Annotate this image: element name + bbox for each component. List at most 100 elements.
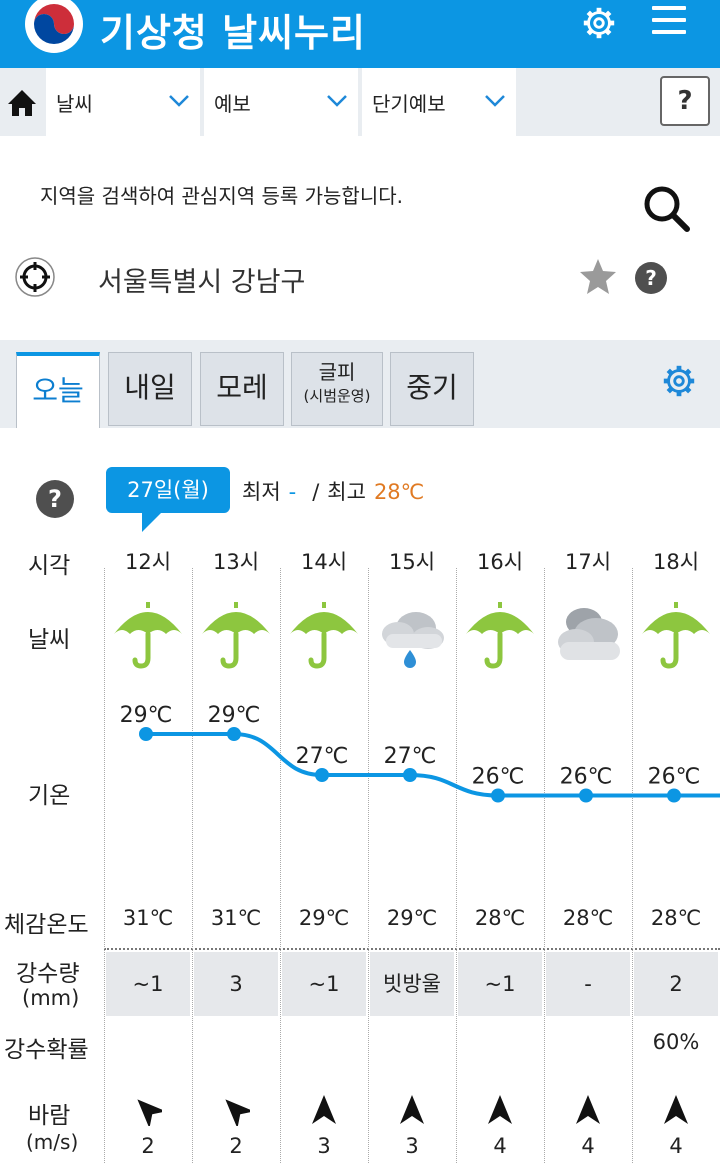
umbrella-icon xyxy=(202,602,270,669)
breadcrumb: 날씨 예보 단기예보 xyxy=(0,68,720,136)
wind-direction-arrow-icon xyxy=(312,1095,336,1124)
wind-direction-arrow-icon xyxy=(225,1099,250,1126)
tab-three-days[interactable]: 글피 (시범운영) xyxy=(291,352,383,426)
feels-like-temp: 29℃ xyxy=(386,906,438,930)
umbrella-icon xyxy=(466,602,534,669)
forecast-help-icon[interactable]: ? xyxy=(36,480,74,518)
feels-like-temp: 31℃ xyxy=(122,906,174,930)
wind-speed: 4 xyxy=(493,1134,507,1158)
breadcrumb-short-term-select[interactable]: 단기예보 xyxy=(362,68,516,136)
precip-amount: ~1 xyxy=(458,952,542,1016)
row-label-wind-unit: (m/s) xyxy=(26,1130,79,1154)
column-divider xyxy=(544,568,545,1163)
wind-speed: 2 xyxy=(229,1134,243,1158)
breadcrumb-label: 단기예보 xyxy=(372,92,446,116)
temperature-point xyxy=(579,788,593,803)
hour-label: 14시 xyxy=(300,550,348,574)
help-button[interactable]: ? xyxy=(660,76,710,126)
hour-label: 13시 xyxy=(212,550,260,574)
tab-today[interactable]: 오늘 xyxy=(16,352,100,428)
tab-tomorrow[interactable]: 내일 xyxy=(108,352,192,426)
column-divider xyxy=(192,568,193,1163)
temperature-label: 26℃ xyxy=(472,765,525,790)
hour-label: 18시 xyxy=(652,550,700,574)
government-logo[interactable] xyxy=(24,0,84,54)
tab-label: 글피 xyxy=(318,360,356,384)
umbrella-icon xyxy=(290,602,358,669)
max-label: 최고 xyxy=(327,480,366,504)
tab-label: 내일 xyxy=(124,371,176,404)
feels-like-temp: 28℃ xyxy=(562,906,614,930)
breadcrumb-label: 날씨 xyxy=(56,92,93,116)
min-max-temp: 최저 - / 최고 28℃ xyxy=(242,476,424,506)
chevron-down-icon xyxy=(169,95,189,107)
precip-amount: 빗방울 xyxy=(370,952,454,1016)
max-value: 28℃ xyxy=(373,480,425,504)
feels-like-temp: 29℃ xyxy=(298,906,350,930)
precip-probability: 60% xyxy=(652,1030,700,1054)
umbrella-icon xyxy=(642,602,710,669)
app-header: 기상청 날씨누리 xyxy=(0,0,720,68)
wind-direction-arrow-icon xyxy=(400,1095,424,1124)
min-label: 최저 xyxy=(242,480,281,504)
breadcrumb-weather-select[interactable]: 날씨 xyxy=(46,68,200,136)
breadcrumb-forecast-select[interactable]: 예보 xyxy=(204,68,358,136)
temperature-point xyxy=(227,727,241,741)
day-tabs: 오늘 내일 모레 글피 (시범운영) 중기 xyxy=(0,340,720,428)
wind-speed: 2 xyxy=(141,1134,155,1158)
chevron-down-icon xyxy=(485,95,505,107)
precip-amount: 2 xyxy=(634,952,718,1016)
home-icon[interactable] xyxy=(0,68,46,136)
tab-sublabel: (시범운영) xyxy=(303,387,371,405)
temperature-label: 29℃ xyxy=(208,703,261,728)
temperature-label: 27℃ xyxy=(384,744,437,769)
favorite-star-icon[interactable] xyxy=(578,256,618,296)
wind-direction-arrow-icon xyxy=(137,1099,162,1126)
temperature-point xyxy=(491,788,505,803)
feels-like-temp: 28℃ xyxy=(650,906,702,930)
app-title[interactable]: 기상청 날씨누리 xyxy=(100,2,366,57)
tab-mid-term[interactable]: 중기 xyxy=(390,352,474,426)
precip-amount: - xyxy=(546,952,630,1016)
hour-label: 15시 xyxy=(388,550,436,574)
chevron-down-icon xyxy=(327,95,347,107)
hour-label: 17시 xyxy=(564,550,612,574)
row-label-precip-unit: (mm) xyxy=(22,986,80,1010)
wind-speed: 4 xyxy=(581,1134,595,1158)
column-divider xyxy=(368,568,369,1163)
column-divider xyxy=(104,568,105,1163)
hour-label: 16시 xyxy=(476,550,524,574)
wind-direction-arrow-icon xyxy=(488,1095,512,1124)
column-divider xyxy=(632,568,633,1163)
date-bubble-tail xyxy=(142,512,162,532)
hamburger-menu-icon[interactable] xyxy=(652,6,686,38)
feels-like-temp: 28℃ xyxy=(474,906,526,930)
tab-label: 오늘 xyxy=(32,374,84,407)
search-hint: 지역을 검색하여 관심지역 등록 가능합니다. xyxy=(40,184,403,208)
wind-direction-arrow-icon xyxy=(664,1095,688,1124)
date-label: 27일(월) xyxy=(106,467,230,513)
wind-speed: 3 xyxy=(405,1134,419,1158)
settings-gear-icon[interactable] xyxy=(580,4,618,42)
row-label-wind: 바람 xyxy=(28,1103,71,1129)
precip-amount: 3 xyxy=(194,952,278,1016)
umbrella-icon xyxy=(114,602,182,669)
current-location-icon[interactable] xyxy=(14,256,56,298)
search-icon[interactable] xyxy=(640,182,692,234)
location-help-icon[interactable]: ? xyxy=(635,262,667,294)
tab-label: 중기 xyxy=(406,371,458,404)
temperature-label: 26℃ xyxy=(648,765,701,790)
temperature-point xyxy=(139,727,153,741)
precip-divider xyxy=(104,948,720,950)
precip-amount: ~1 xyxy=(106,952,190,1016)
wind-speed: 4 xyxy=(669,1134,683,1158)
row-label-time: 시각 xyxy=(28,553,71,579)
temperature-point xyxy=(315,768,329,782)
tab-settings-gear-icon[interactable] xyxy=(660,362,698,400)
breadcrumb-label: 예보 xyxy=(214,92,251,116)
tab-day-after[interactable]: 모레 xyxy=(200,352,284,426)
feels-like-temp: 31℃ xyxy=(210,906,262,930)
temperature-label: 27℃ xyxy=(296,744,349,769)
location-name[interactable]: 서울특별시 강남구 xyxy=(98,260,305,299)
row-label-weather: 날씨 xyxy=(28,627,71,653)
